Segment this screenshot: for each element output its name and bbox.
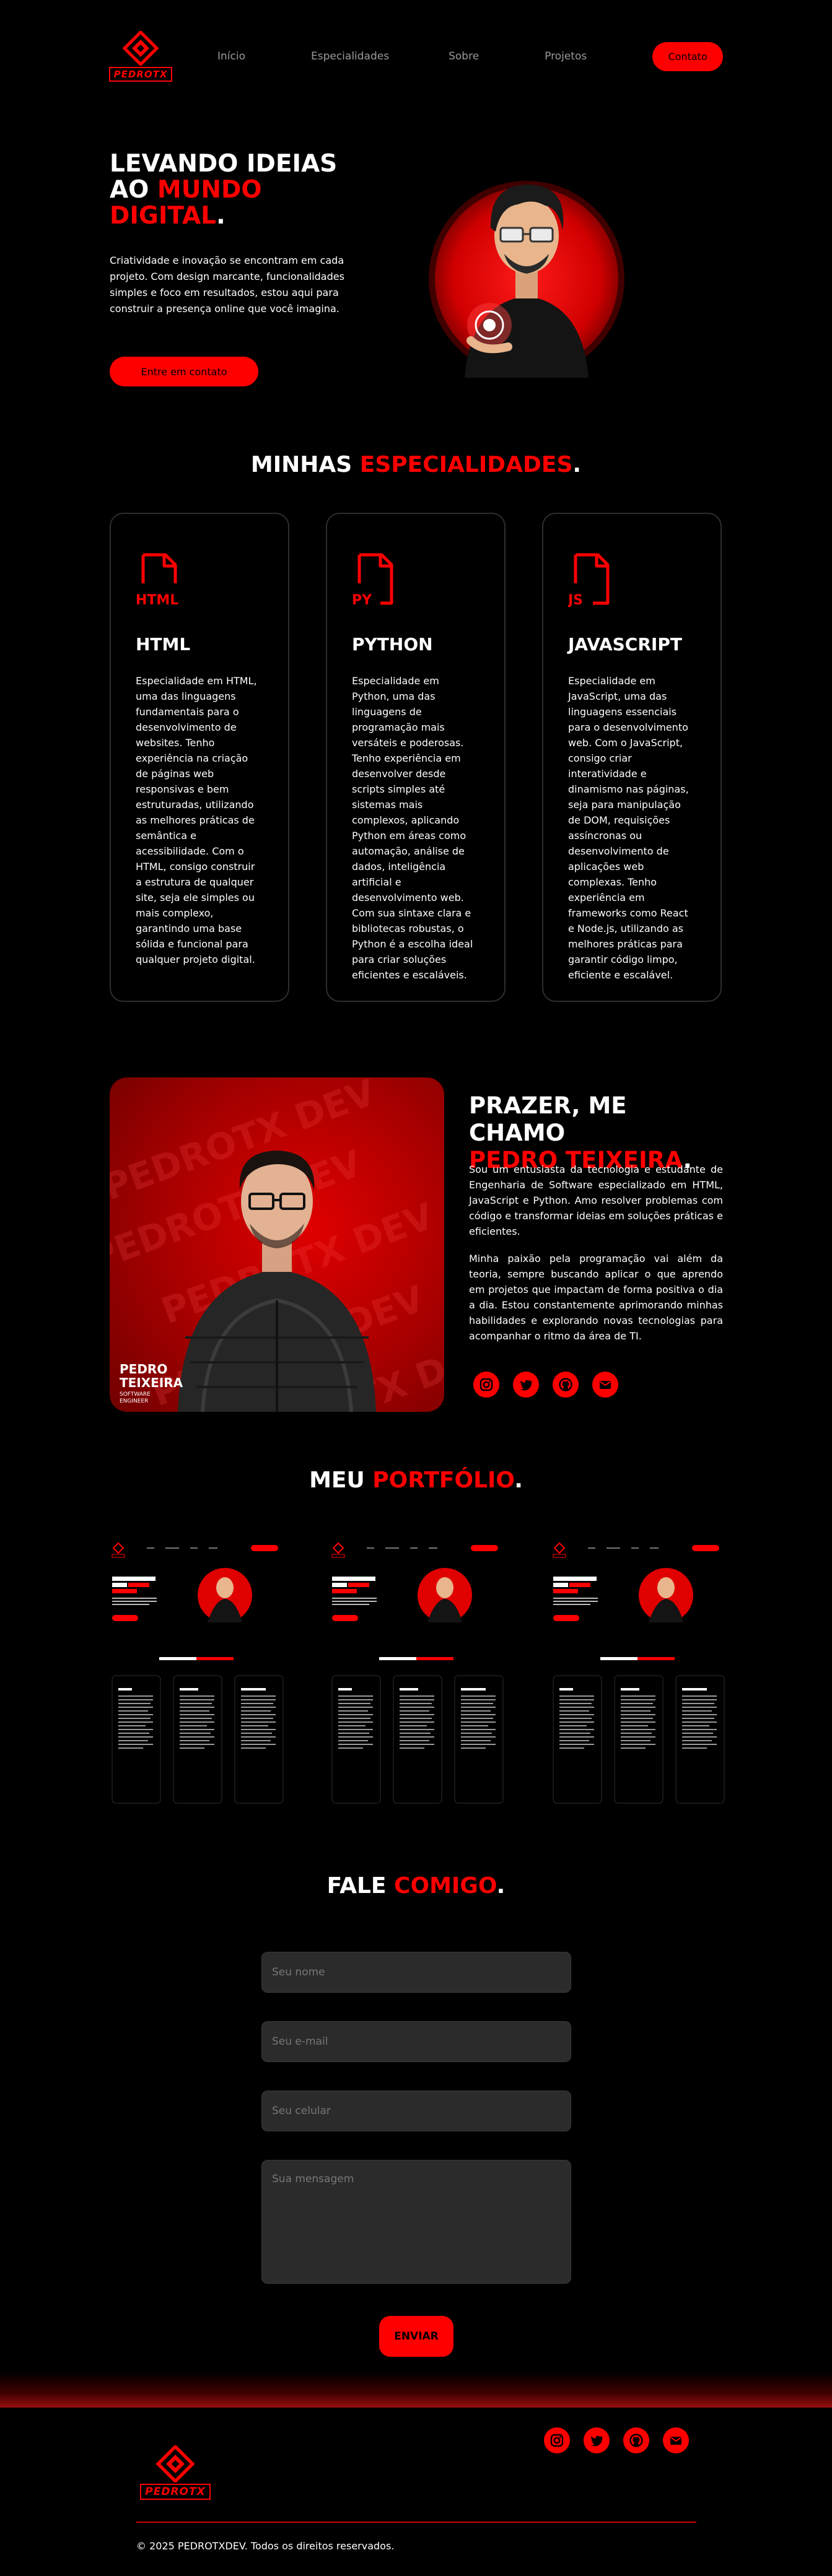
footer-github-link[interactable] [623,2427,649,2453]
hero-title-highlight-2: DIGITAL [110,202,217,230]
html-file-icon: HTML [136,553,178,608]
project-thumbnail-2[interactable] [330,1536,509,1808]
portfolio-title-red: PORTFÓLIO [372,1468,515,1493]
instagram-icon [479,1378,493,1391]
about-paragraph-1: Sou um entusiasta da tecnologia e estuda… [469,1164,723,1237]
photo-role-line1: SOFTWARE [120,1391,151,1398]
nav-link-sobre[interactable]: Sobre [449,50,479,63]
contact-title-white: FALE [326,1873,395,1899]
hero-title-line2: AO [110,176,157,204]
about-paragraph-2: Minha paixão pela programação vai além d… [469,1253,723,1342]
footer-logo-diamond-icon [155,2445,195,2482]
specialties-title-red: ESPECIALIDADES [359,452,573,477]
portfolio-title-white: MEU [309,1468,373,1493]
python-file-icon: PY [352,553,393,608]
photo-name-line1: PEDRO [120,1362,167,1377]
twitter-icon [591,2435,603,2447]
github-icon [629,2434,643,2447]
javascript-icon-label: JS [568,593,583,608]
twitter-link[interactable] [513,1372,539,1398]
specialties-title-dot: . [572,452,582,477]
project-thumbnail-3[interactable] [551,1536,730,1808]
hero-title-dot: . [216,202,226,230]
footer-email-link[interactable] [663,2427,689,2453]
footer-instagram-link[interactable] [544,2427,570,2453]
hero-title-line1: LEVANDO IDEIAS [110,150,338,178]
instagram-icon [550,2434,564,2447]
specialty-card-python: PY PYTHON Especialidade em Python, uma d… [326,513,506,1002]
github-link[interactable] [553,1372,579,1398]
logo[interactable]: PEDROTX [108,27,173,85]
contact-title-dot: . [496,1873,506,1899]
specialties-title: MINHAS ESPECIALIDADES. [0,452,832,477]
about-social-links [473,1372,618,1398]
github-icon [559,1378,572,1391]
footer: PEDROTX © 2025 PEDROTXDEV. Todos os dire… [0,2408,832,2576]
contact-button[interactable]: Contato [652,41,723,71]
logo-wordmark: PEDROTX [108,67,173,82]
copyright: © 2025 PEDROTXDEV. Todos os direitos res… [136,2540,395,2552]
footer-twitter-link[interactable] [584,2427,610,2453]
twitter-icon [520,1380,532,1391]
specialty-card-javascript: JS JAVASCRIPT Especialidade em JavaScrip… [542,513,722,1002]
about-photo: PEDROTX DEV PEDROTX DEV PEDROTX DEV PEDR… [110,1077,444,1412]
specialty-text-python: Especialidade em Python, uma das linguag… [352,675,473,981]
footer-logo-wordmark: PEDROTX [140,2484,211,2500]
nav-links: Início Especialidades Sobre Projetos [217,50,652,63]
project-preview-1 [112,1542,284,1804]
hero-title-highlight-1: MUNDO [157,176,262,204]
footer-social-links [544,2427,689,2453]
photo-name-line2: TEIXEIRA [120,1375,183,1390]
specialty-card-html: HTML HTML Especialidade em HTML, uma das… [110,513,289,1002]
footer-logo[interactable]: PEDROTX [135,2439,216,2507]
specialty-text-html: Especialidade em HTML, uma das linguagen… [136,675,257,965]
email-icon [670,2437,681,2445]
about-photo-illustration: PEDROTX DEV PEDROTX DEV PEDROTX DEV PEDR… [110,1077,444,1412]
navbar: PEDROTX Início Especialidades Sobre Proj… [108,27,723,85]
name-field[interactable] [261,1952,571,1993]
hero-contact-button[interactable]: Entre em contato [110,357,258,386]
nav-link-especialidades[interactable]: Especialidades [311,50,389,63]
logo-diamond-icon [122,31,159,66]
specialties-title-white: MINHAS [250,452,360,477]
contact-title-red: COMIGO [394,1873,497,1899]
specialty-text-javascript: Especialidade em JavaScript, uma das lin… [568,675,689,981]
specialty-title-html: HTML [136,634,191,655]
hero-description: Criatividade e inovação se encontram em … [110,255,344,315]
about-title-line1: PRAZER, ME CHAMO [469,1092,627,1146]
nav-link-inicio[interactable]: Início [217,50,245,63]
portfolio-title: MEU PORTFÓLIO. [0,1468,832,1493]
email-icon [600,1381,611,1389]
specialty-title-javascript: JAVASCRIPT [568,634,682,655]
project-thumbnail-1[interactable] [110,1536,289,1808]
hero-avatar-illustration [429,181,624,378]
phone-field[interactable] [261,2091,571,2131]
message-field[interactable] [261,2160,571,2284]
project-preview-2 [331,1542,504,1804]
contact-title: FALE COMIGO. [0,1873,832,1899]
nav-link-projetos[interactable]: Projetos [545,50,587,63]
page: PEDROTX Início Especialidades Sobre Proj… [0,0,832,2576]
hero-title: LEVANDO IDEIAS AO MUNDO DIGITAL. [110,151,357,229]
footer-glow [0,2372,832,2409]
instagram-link[interactable] [473,1372,499,1398]
portfolio-title-dot: . [514,1468,523,1493]
specialty-title-python: PYTHON [352,634,433,655]
send-button[interactable]: ENVIAR [379,2316,453,2357]
javascript-file-icon: JS [567,553,610,608]
photo-role-line2: ENGINEER [120,1398,148,1404]
email-field[interactable] [261,2021,571,2062]
footer-divider [136,2522,696,2523]
python-icon-label: PY [352,593,372,608]
project-preview-3 [553,1542,725,1804]
html-icon-label: HTML [136,593,178,608]
email-link[interactable] [592,1372,618,1398]
